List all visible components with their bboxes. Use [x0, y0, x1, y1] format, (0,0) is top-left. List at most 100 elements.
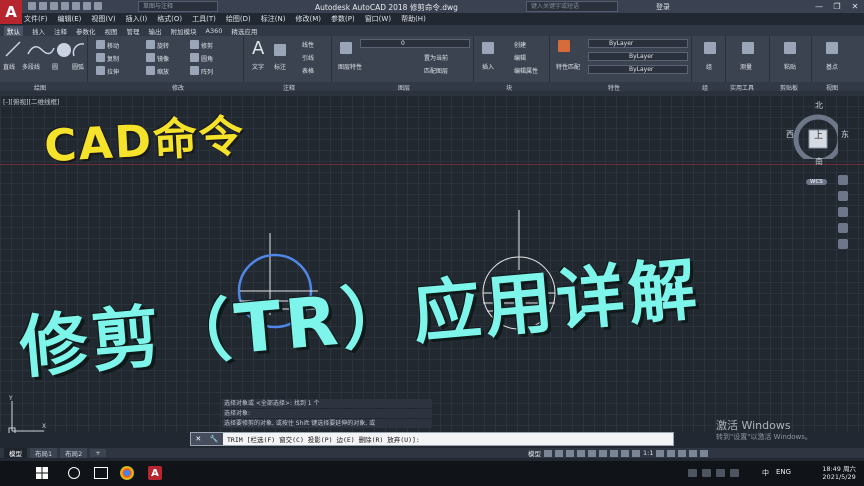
- tab-annotate[interactable]: 注释: [54, 26, 67, 36]
- tab-layout1[interactable]: 布局1: [30, 448, 58, 458]
- tab-addins[interactable]: 附加模块: [171, 26, 197, 36]
- menu-format[interactable]: 格式(O): [157, 14, 182, 24]
- osnap-icon[interactable]: [588, 449, 596, 457]
- tab-view[interactable]: 视图: [105, 26, 118, 36]
- copy-icon[interactable]: [96, 53, 105, 62]
- move-icon[interactable]: [96, 40, 105, 49]
- layer-properties-label[interactable]: 图层特性: [338, 62, 362, 71]
- dimension-label[interactable]: 标注: [274, 62, 286, 71]
- menu-file[interactable]: 文件(F): [24, 14, 48, 24]
- insert-label[interactable]: 插入: [482, 62, 494, 71]
- new-icon[interactable]: [28, 2, 36, 10]
- viewcube-top[interactable]: 上: [814, 128, 823, 141]
- task-view-icon[interactable]: [94, 467, 108, 479]
- autocad-logo[interactable]: A: [0, 0, 22, 24]
- stretch-label[interactable]: 拉伸: [107, 67, 119, 76]
- array-icon[interactable]: [190, 66, 199, 75]
- tab-featured[interactable]: 精选应用: [231, 26, 257, 36]
- draw-tools-icon[interactable]: [4, 40, 84, 60]
- color-dropdown[interactable]: ByLayer: [588, 39, 688, 48]
- menu-insert[interactable]: 插入(I): [126, 14, 148, 24]
- hardware-accel-icon[interactable]: [678, 449, 687, 457]
- edit-label[interactable]: 编辑: [514, 53, 526, 62]
- search-input[interactable]: 键入关键字或短语: [526, 1, 618, 12]
- mirror-label[interactable]: 镜像: [157, 54, 169, 63]
- add-layout-button[interactable]: +: [90, 449, 106, 457]
- fillet-label[interactable]: 圆角: [201, 54, 213, 63]
- grid-icon[interactable]: [544, 449, 552, 457]
- match-layer-label[interactable]: 匹配图层: [424, 66, 448, 75]
- menu-help[interactable]: 帮助(H): [401, 14, 426, 24]
- selection-cycling-icon[interactable]: [632, 449, 640, 457]
- tray-wechat-icon[interactable]: [702, 469, 711, 477]
- nav-full-icon[interactable]: [838, 175, 848, 185]
- paste-icon[interactable]: [784, 42, 796, 54]
- tab-manage[interactable]: 管理: [127, 26, 140, 36]
- search-icon[interactable]: [68, 467, 80, 479]
- drawing-viewport[interactable]: [-][俯视][二维线框] CAD命令 修剪（TR）应用详解 北 南 东 西 上…: [0, 95, 864, 433]
- windows-start-icon[interactable]: [36, 467, 48, 479]
- table-label[interactable]: 表格: [302, 66, 314, 75]
- draw-arc-label[interactable]: 圆弧: [72, 62, 84, 71]
- showmotion-icon[interactable]: [838, 239, 848, 249]
- undo-icon[interactable]: [83, 2, 91, 10]
- scale-label[interactable]: 缩放: [157, 67, 169, 76]
- set-current-label[interactable]: 置为当前: [424, 53, 448, 62]
- close-icon[interactable]: ✕: [195, 435, 201, 443]
- draw-circle-label[interactable]: 圆: [52, 62, 58, 71]
- pan-icon[interactable]: [838, 191, 848, 201]
- tab-a360[interactable]: A360: [206, 27, 223, 35]
- array-label[interactable]: 阵列: [201, 67, 213, 76]
- lineweight-dropdown[interactable]: ByLayer: [588, 65, 688, 74]
- edit-attributes-label[interactable]: 编辑属性: [514, 66, 538, 75]
- draw-line-label[interactable]: 直线: [3, 62, 15, 71]
- text-icon[interactable]: A: [252, 38, 264, 59]
- isolate-icon[interactable]: [667, 449, 676, 457]
- tray-chevron-icon[interactable]: [688, 469, 697, 477]
- polar-icon[interactable]: [577, 449, 585, 457]
- tab-model[interactable]: 模型: [4, 448, 27, 458]
- open-icon[interactable]: [39, 2, 47, 10]
- transparency-icon[interactable]: [621, 449, 629, 457]
- save-icon[interactable]: [50, 2, 58, 10]
- measure-label[interactable]: 测量: [740, 62, 752, 71]
- zoom-icon[interactable]: [838, 207, 848, 217]
- scale-icon[interactable]: [146, 66, 155, 75]
- rotate-icon[interactable]: [146, 40, 155, 49]
- menu-window[interactable]: 窗口(W): [365, 14, 391, 24]
- chrome-icon[interactable]: [120, 466, 134, 480]
- tab-insert[interactable]: 插入: [32, 26, 45, 36]
- command-line[interactable]: ✕ 🔧 TRIM [栏选(F) 窗交(C) 投影(P) 边(E) 删除(R) 放…: [190, 432, 674, 446]
- layer-properties-icon[interactable]: [340, 42, 352, 54]
- linear-label[interactable]: 线性: [302, 40, 314, 49]
- layer-dropdown[interactable]: 0: [360, 39, 470, 48]
- fillet-icon[interactable]: [190, 53, 199, 62]
- group-label[interactable]: 组: [706, 62, 712, 71]
- maximize-button[interactable]: ❐: [828, 0, 846, 12]
- minimize-button[interactable]: —: [810, 0, 828, 12]
- print-icon[interactable]: [72, 2, 80, 10]
- measure-icon[interactable]: [742, 42, 754, 54]
- input-language[interactable]: ENG: [776, 468, 791, 476]
- compass-south[interactable]: 南: [815, 156, 823, 167]
- dimension-icon[interactable]: [274, 44, 286, 56]
- saveas-icon[interactable]: [61, 2, 69, 10]
- login-button[interactable]: 登录: [656, 2, 670, 12]
- insert-block-icon[interactable]: [482, 42, 494, 54]
- tab-output[interactable]: 输出: [149, 26, 162, 36]
- leader-label[interactable]: 引线: [302, 53, 314, 62]
- menu-edit[interactable]: 编辑(E): [58, 14, 82, 24]
- command-prompt[interactable]: TRIM [栏选(F) 窗交(C) 投影(P) 边(E) 删除(R) 放弃(U)…: [223, 434, 420, 444]
- settings-icon[interactable]: 🔧: [210, 435, 219, 443]
- close-button[interactable]: ✕: [846, 0, 864, 12]
- match-properties-icon[interactable]: [558, 40, 570, 52]
- model-space-toggle[interactable]: 模型: [528, 448, 541, 458]
- move-label[interactable]: 移动: [107, 41, 119, 50]
- lineweight-icon[interactable]: [610, 449, 618, 457]
- snap-icon[interactable]: [555, 449, 563, 457]
- group-icon[interactable]: [704, 42, 716, 54]
- redo-icon[interactable]: [94, 2, 102, 10]
- copy-label[interactable]: 复制: [107, 54, 119, 63]
- compass-north[interactable]: 北: [815, 100, 823, 111]
- ortho-icon[interactable]: [566, 449, 574, 457]
